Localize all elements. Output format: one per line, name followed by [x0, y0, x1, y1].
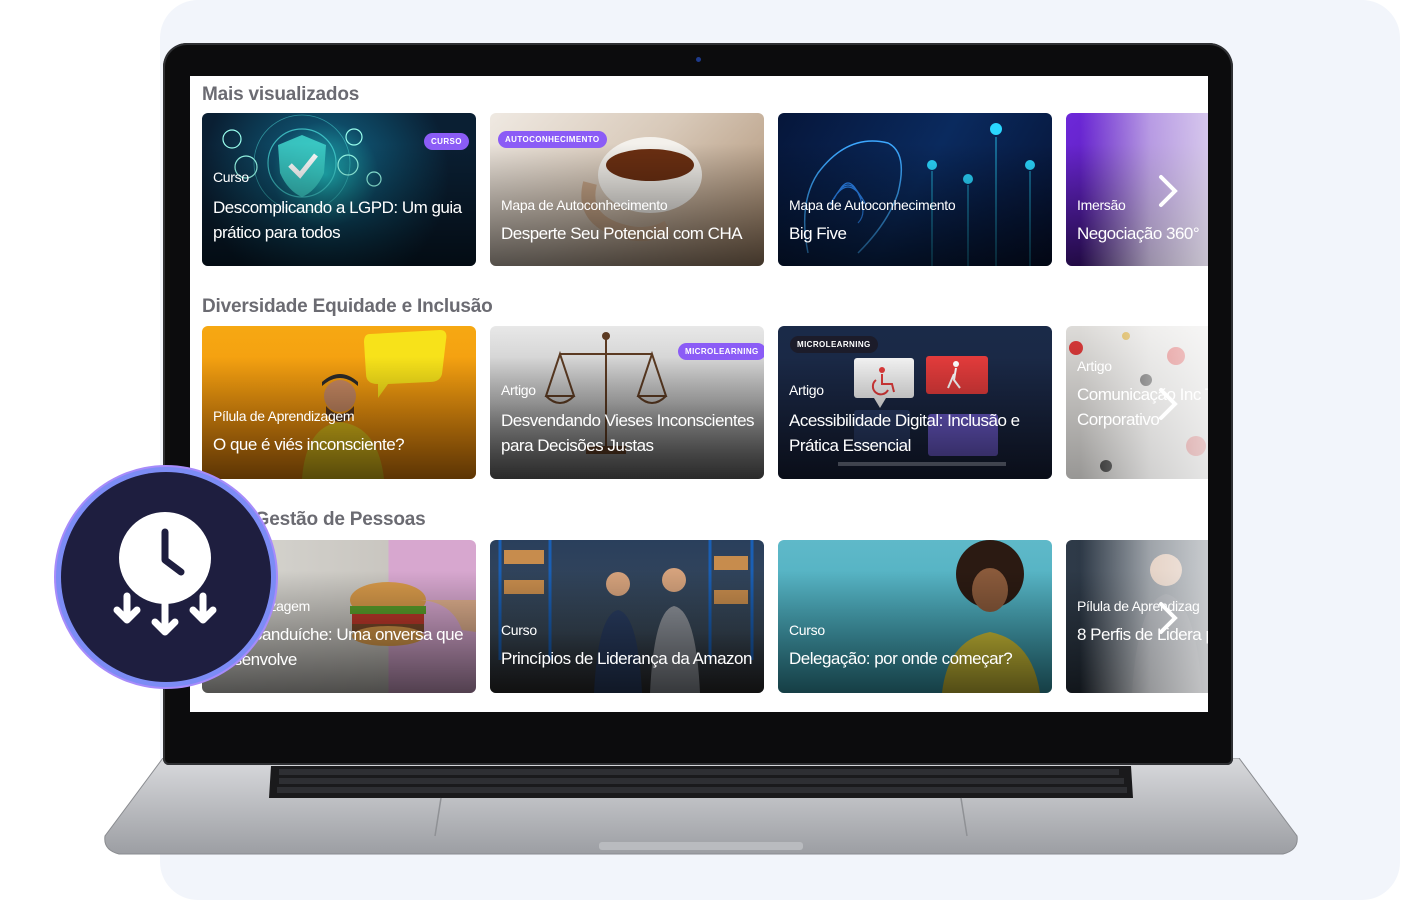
card-title: Comunicação Inc Transforme Seu A Corpora…: [1077, 385, 1208, 429]
card-type: Curso: [789, 622, 825, 638]
card-cha[interactable]: AUTOCONHECIMENTO Mapa de Autoconheciment…: [490, 113, 764, 266]
chevron-right-icon[interactable]: [1155, 171, 1181, 211]
card-title: Descomplicando a LGPD: Um guia prático p…: [213, 198, 462, 242]
card-type: Mapa de Autoconhecimento: [789, 197, 956, 213]
card-acessibilidade[interactable]: MICROLEARNING Artigo Acessibilidade Digi…: [778, 326, 1052, 479]
card-type: Curso: [501, 622, 537, 638]
clock-download-icon: [113, 512, 217, 636]
card-type: Artigo: [789, 382, 824, 398]
card-vies-inconsciente[interactable]: Pílula de Aprendizagem O que é viés inco…: [202, 326, 476, 479]
card-badge: MICROLEARNING: [678, 343, 764, 360]
card-badge: AUTOCONHECIMENTO: [498, 131, 607, 148]
section-title-diversidade: Diversidade Equidade e Inclusão: [202, 296, 493, 317]
card-type: Curso: [213, 169, 249, 185]
card-lgpd[interactable]: CURSO Curso Descomplicando a LGPD: Um gu…: [202, 113, 476, 266]
card-type: Artigo: [1077, 358, 1112, 374]
card-vieses[interactable]: MICROLEARNING Artigo Desvendando Vieses …: [490, 326, 764, 479]
laptop-base: [104, 758, 1298, 855]
card-title: Big Five: [789, 224, 847, 243]
card-negociacao[interactable]: Imersão Negociação 360°: [1066, 113, 1208, 266]
card-type: Artigo: [501, 382, 536, 398]
clock-download-badge: [61, 472, 271, 682]
card-big-five[interactable]: Mapa de Autoconhecimento Big Five: [778, 113, 1052, 266]
card-type: Pílula de Aprendizagem: [213, 408, 355, 424]
laptop-lid: Mais visualizados CURSO Curso Descomplic…: [163, 43, 1233, 765]
card-delegacao[interactable]: Curso Delegação: por onde começar?: [778, 540, 1052, 693]
card-title: Negociação 360°: [1077, 224, 1200, 243]
chevron-right-icon[interactable]: [1155, 598, 1181, 638]
chevron-right-icon[interactable]: [1155, 384, 1181, 424]
webcam: [696, 57, 701, 62]
card-title: Acessibilidade Digital: Inclusão e Práti…: [789, 411, 1020, 455]
card-perfis-lideranca[interactable]: Pílula de Aprendizag 8 Perfis de Lidera …: [1066, 540, 1208, 693]
card-badge: MICROLEARNING: [790, 336, 878, 353]
card-comunicacao[interactable]: Artigo Comunicação Inc Transforme Seu A …: [1066, 326, 1208, 479]
card-title: O que é viés inconsciente?: [213, 435, 405, 454]
card-type: Pílula de Aprendizag: [1077, 598, 1200, 614]
card-title: Princípios de Liderança da Amazon: [501, 649, 752, 668]
card-badge: CURSO: [424, 133, 469, 150]
screen: Mais visualizados CURSO Curso Descomplic…: [190, 76, 1208, 712]
section-title-mais-visualizados: Mais visualizados: [202, 84, 360, 105]
card-title: 8 Perfis de Lidera prática: [1077, 625, 1208, 644]
card-title: Delegação: por onde começar?: [789, 649, 1013, 668]
card-title: Desvendando Vieses Inconscientes para De…: [501, 411, 755, 455]
card-title: Desperte Seu Potencial com CHA: [501, 224, 743, 243]
card-lideranca-amazon[interactable]: Curso Princípios de Liderança da Amazon: [490, 540, 764, 693]
card-type: Imersão: [1077, 197, 1126, 213]
card-type: Mapa de Autoconhecimento: [501, 197, 668, 213]
